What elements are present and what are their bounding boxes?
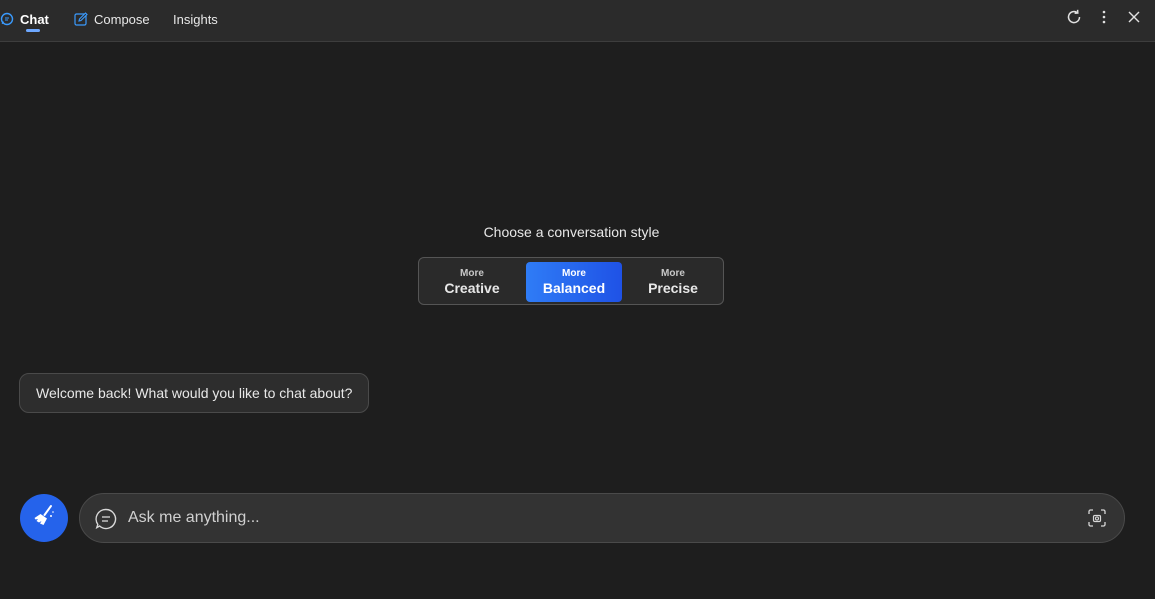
- style-option-balanced[interactable]: More Balanced: [526, 262, 622, 302]
- refresh-icon: [1065, 8, 1083, 31]
- style-option-precise[interactable]: More Precise: [625, 262, 721, 302]
- tab-insights[interactable]: Insights: [173, 0, 218, 38]
- more-options-button[interactable]: [1093, 8, 1115, 30]
- chat-input-box: [79, 493, 1125, 543]
- style-option-prefix: More: [460, 267, 484, 279]
- tab-compose[interactable]: Compose: [74, 0, 150, 38]
- style-option-label: Balanced: [542, 279, 606, 296]
- style-option-label: Precise: [648, 279, 698, 296]
- tab-insights-label: Insights: [173, 11, 218, 27]
- ask-input[interactable]: [128, 504, 1068, 532]
- visual-search-icon[interactable]: [1088, 509, 1106, 532]
- tab-chat[interactable]: Chat: [0, 0, 49, 38]
- chat-bubble-icon: [0, 12, 14, 26]
- conversation-style-picker: More Creative More Balanced More Precise: [418, 257, 724, 305]
- broom-icon: [31, 503, 57, 534]
- more-options-icon: [1102, 10, 1106, 29]
- refresh-button[interactable]: [1063, 8, 1085, 30]
- style-option-prefix: More: [562, 267, 586, 279]
- conversation-style-title: Choose a conversation style: [483, 224, 660, 240]
- style-option-label: Creative: [444, 279, 500, 296]
- compose-edit-icon: [74, 12, 88, 26]
- tab-compose-label: Compose: [94, 11, 150, 27]
- new-topic-button[interactable]: [20, 494, 68, 542]
- style-option-creative[interactable]: More Creative: [424, 262, 520, 302]
- close-icon: [1128, 10, 1140, 28]
- close-button[interactable]: [1123, 8, 1145, 30]
- top-bar: Chat Compose Insights: [0, 0, 1155, 42]
- chat-bubble-icon: [95, 508, 117, 535]
- style-option-prefix: More: [661, 267, 685, 279]
- assistant-message: Welcome back! What would you like to cha…: [19, 373, 370, 413]
- tab-chat-label: Chat: [20, 11, 49, 27]
